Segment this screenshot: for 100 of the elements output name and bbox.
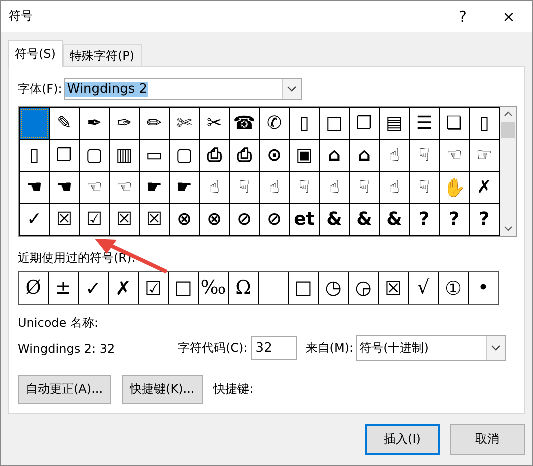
symbol-cell[interactable]: ☝ — [260, 172, 289, 203]
scroll-up-icon[interactable] — [504, 111, 512, 117]
symbol-cell[interactable]: & — [350, 204, 379, 235]
symbol-cell[interactable]: ⌂ — [350, 140, 379, 171]
symbol-cell[interactable]: ⊗ — [170, 204, 199, 235]
chevron-icon — [287, 86, 298, 92]
symbol-cell[interactable]: ☒ — [50, 204, 79, 235]
symbol-cell[interactable]: ✑ — [110, 108, 139, 139]
symbol-cell[interactable]: ⊗ — [200, 204, 229, 235]
symbol-cell[interactable]: ✎ — [50, 108, 79, 139]
dialog-button[interactable]: 插入(I) — [365, 424, 440, 455]
symbol-cell[interactable]: & — [380, 204, 409, 235]
symbol-cell[interactable]: ☎ — [230, 108, 259, 139]
recent-symbol-cell[interactable]: ◷ — [319, 272, 348, 304]
recent-symbol-cell[interactable]: ☒ — [379, 272, 408, 304]
symbol-cell[interactable]: ⊘ — [260, 204, 289, 235]
recent-symbol-cell[interactable]: ± — [49, 272, 78, 304]
recent-symbol-cell[interactable]: □ — [289, 272, 318, 304]
symbol-cell[interactable]: ☰ — [410, 108, 439, 139]
symbol-cell[interactable]: ☒ — [110, 204, 139, 235]
symbol-cell[interactable]: ☜ — [110, 172, 139, 203]
symbol-cell[interactable]: ⎙ — [200, 140, 229, 171]
recent-symbol-cell[interactable]: ☑ — [139, 272, 168, 304]
recent-symbol-cell[interactable]: □ — [169, 272, 198, 304]
symbol-cell[interactable]: ☝ — [200, 172, 229, 203]
symbol-cell[interactable]: ⊙ — [260, 140, 289, 171]
font-label: 字体(F): — [18, 80, 62, 98]
recent-symbol-cell[interactable]: Ø — [19, 272, 48, 304]
symbol-cell[interactable]: ☝ — [380, 172, 409, 203]
symbol-cell[interactable]: ✏ — [140, 108, 169, 139]
symbol-cell[interactable]: ☛ — [170, 172, 199, 203]
symbol-cell[interactable]: ▥ — [110, 140, 139, 171]
symbol-cell[interactable]: ? — [470, 204, 499, 235]
symbol-cell[interactable]: ✆ — [260, 108, 289, 139]
symbol-cell[interactable]: ✄ — [170, 108, 199, 139]
symbol-cell[interactable]: ▯ — [290, 108, 319, 139]
close-button[interactable]: × — [486, 1, 532, 32]
symbol-cell[interactable]: ☚ — [20, 172, 49, 203]
symbol-cell[interactable]: et — [290, 204, 319, 235]
recent-symbol-cell[interactable] — [259, 272, 288, 304]
shortcut-key-label: 快捷键: — [214, 381, 254, 398]
tab[interactable]: 特殊字符(P) — [62, 44, 142, 66]
symbol-cell[interactable]: ❐ — [50, 140, 79, 171]
symbol-cell[interactable]: □ — [320, 108, 349, 139]
symbol-cell[interactable]: ☝ — [320, 172, 349, 203]
symbol-cell[interactable]: ❐ — [350, 108, 379, 139]
symbol-cell[interactable]: ☑ — [80, 204, 109, 235]
unicode-name-label: Unicode 名称: — [18, 315, 100, 332]
recent-symbol-cell[interactable]: √ — [409, 272, 438, 304]
symbol-cell[interactable]: ▤ — [380, 108, 409, 139]
symbol-cell[interactable]: ☟ — [410, 172, 439, 203]
symbol-cell[interactable]: ☜ — [440, 140, 469, 171]
symbol-cell[interactable]: ▢ — [80, 140, 109, 171]
recent-symbol-cell[interactable]: ① — [439, 272, 468, 304]
window-title: 符号 — [9, 8, 33, 25]
symbol-cell[interactable]: ▭ — [140, 140, 169, 171]
dialog-button[interactable]: 取消 — [450, 424, 525, 455]
symbol-cell[interactable]: ✗ — [470, 172, 499, 203]
symbol-cell[interactable]: ✓ — [20, 204, 49, 235]
symbol-cell[interactable]: ☟ — [290, 172, 319, 203]
symbol-cell[interactable]: ▣ — [290, 140, 319, 171]
recent-symbol-cell[interactable]: ‰ — [199, 272, 228, 304]
symbol-cell[interactable]: ▢ — [170, 140, 199, 171]
symbol-cell[interactable]: ? — [410, 204, 439, 235]
scroll-down-icon[interactable] — [504, 226, 512, 232]
symbol-cell[interactable]: ☞ — [470, 140, 499, 171]
symbol-cell[interactable]: & — [320, 204, 349, 235]
symbol-cell[interactable]: ☝ — [380, 140, 409, 171]
symbol-cell[interactable]: ☟ — [350, 172, 379, 203]
recent-symbol-cell[interactable]: • — [469, 272, 498, 304]
char-code-label: 字符代码(C): — [178, 340, 248, 356]
recent-symbol-cell[interactable]: Ω — [229, 272, 258, 304]
char-code-field[interactable]: 32 — [250, 336, 297, 360]
autocorrect-button[interactable]: 自动更正(A)... — [18, 375, 112, 404]
recent-symbol-cell[interactable]: ✓ — [79, 272, 108, 304]
symbol-cell[interactable]: ▯ — [470, 108, 499, 139]
recent-symbol-cell[interactable]: ◶ — [349, 272, 378, 304]
scrollbar[interactable] — [500, 107, 516, 236]
symbol-cell[interactable]: ▯ — [20, 140, 49, 171]
symbol-cell[interactable]: ✂ — [200, 108, 229, 139]
symbol-cell[interactable]: ? — [440, 204, 469, 235]
from-dropdown[interactable]: 符号(十进制) — [356, 335, 506, 361]
symbol-cell[interactable]: ☜ — [80, 172, 109, 203]
symbol-cell[interactable]: ⊘ — [230, 204, 259, 235]
symbol-cell[interactable]: ⎙ — [230, 140, 259, 171]
symbol-cell[interactable] — [20, 108, 49, 139]
symbol-cell[interactable]: ☟ — [230, 172, 259, 203]
scroll-thumb[interactable] — [501, 122, 515, 138]
symbol-cell[interactable]: ✒ — [80, 108, 109, 139]
symbol-cell[interactable]: ☟ — [410, 140, 439, 171]
recent-symbol-cell[interactable]: ✗ — [109, 272, 138, 304]
shortcut-key-button[interactable]: 快捷键(K)... — [122, 375, 203, 404]
help-button[interactable]: ? — [440, 1, 486, 32]
symbol-cell[interactable]: ❏ — [440, 108, 469, 139]
symbol-cell[interactable]: ☒ — [140, 204, 169, 235]
font-dropdown[interactable]: Wingdings 2 — [64, 78, 302, 100]
symbol-cell[interactable]: ☚ — [50, 172, 79, 203]
tab[interactable]: 符号(S) — [8, 40, 63, 67]
symbol-cell[interactable]: ☛ — [140, 172, 169, 203]
symbol-cell[interactable]: ⌂ — [320, 140, 349, 171]
